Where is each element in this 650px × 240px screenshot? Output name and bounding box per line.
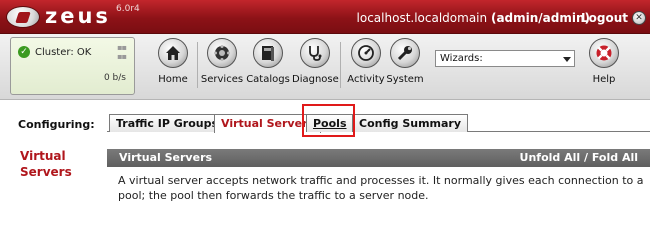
tab-traffic-ip-groups[interactable]: Traffic IP Groups — [109, 114, 226, 132]
host-name: localhost.localdomain — [356, 11, 488, 25]
help-icon — [589, 38, 619, 68]
toolbar-help-button[interactable]: Help — [581, 38, 627, 94]
brand-name: zeus — [45, 4, 111, 28]
catalogs-icon — [253, 38, 283, 68]
check-icon: ✓ — [18, 46, 30, 58]
toolbar-label: Diagnose — [292, 74, 339, 85]
home-icon — [158, 38, 188, 68]
close-icon[interactable]: ✕ — [632, 11, 646, 25]
wizards-select[interactable]: Wizards: — [435, 50, 575, 67]
toolbar-diagnose-button[interactable]: Diagnose — [292, 38, 339, 94]
main-toolbar: ✓ Cluster: OK ▪▪ ▪▪ 0 b/s Home Services C… — [0, 34, 650, 100]
system-icon — [390, 38, 420, 68]
tab-config-summary[interactable]: Config Summary — [352, 114, 469, 132]
toolbar-system-button[interactable]: System — [382, 38, 428, 94]
diagnose-icon — [300, 38, 330, 68]
services-icon — [207, 38, 237, 68]
toolbar-divider — [197, 42, 198, 88]
section-header: Virtual Servers Unfold All / Fold All — [107, 149, 650, 167]
unfold-fold-all-link[interactable]: Unfold All / Fold All — [520, 151, 638, 164]
side-title: Virtual Servers — [20, 149, 72, 179]
grip-icon: ▪▪ ▪▪ — [117, 43, 127, 61]
toolbar-services-button[interactable]: Services — [199, 38, 245, 94]
chevron-down-icon — [563, 57, 571, 62]
configuring-label: Configuring: — [18, 118, 95, 131]
version-label: 6.0r4 — [116, 4, 140, 14]
toolbar-catalogs-button[interactable]: Catalogs — [245, 38, 291, 94]
top-bar: zeus 6.0r4 localhost.localdomain (admin/… — [0, 0, 650, 34]
logout-link[interactable]: Logout — [581, 11, 628, 25]
traffic-rate: 0 b/s — [103, 73, 126, 83]
wizards-value: Wizards: — [440, 53, 483, 64]
pools-highlight-box — [302, 104, 355, 137]
toolbar-label: System — [386, 74, 424, 85]
toolbar-label: Help — [592, 74, 616, 85]
toolbar-home-button[interactable]: Home — [150, 38, 196, 94]
host-info: localhost.localdomain (admin/admin) — [357, 11, 590, 25]
user-name: (admin/admin) — [490, 11, 590, 25]
toolbar-label: Catalogs — [246, 74, 290, 85]
section-description: A virtual server accepts network traffic… — [118, 174, 644, 202]
cluster-status-label: Cluster: OK — [35, 47, 92, 58]
zeus-logo-icon — [6, 6, 40, 28]
toolbar-label: Home — [158, 74, 188, 85]
toolbar-divider — [340, 42, 341, 88]
cluster-status-panel[interactable]: ✓ Cluster: OK ▪▪ ▪▪ 0 b/s — [10, 37, 135, 95]
section-title: Virtual Servers — [119, 151, 213, 164]
toolbar-label: Services — [200, 74, 244, 85]
activity-icon — [351, 38, 381, 68]
